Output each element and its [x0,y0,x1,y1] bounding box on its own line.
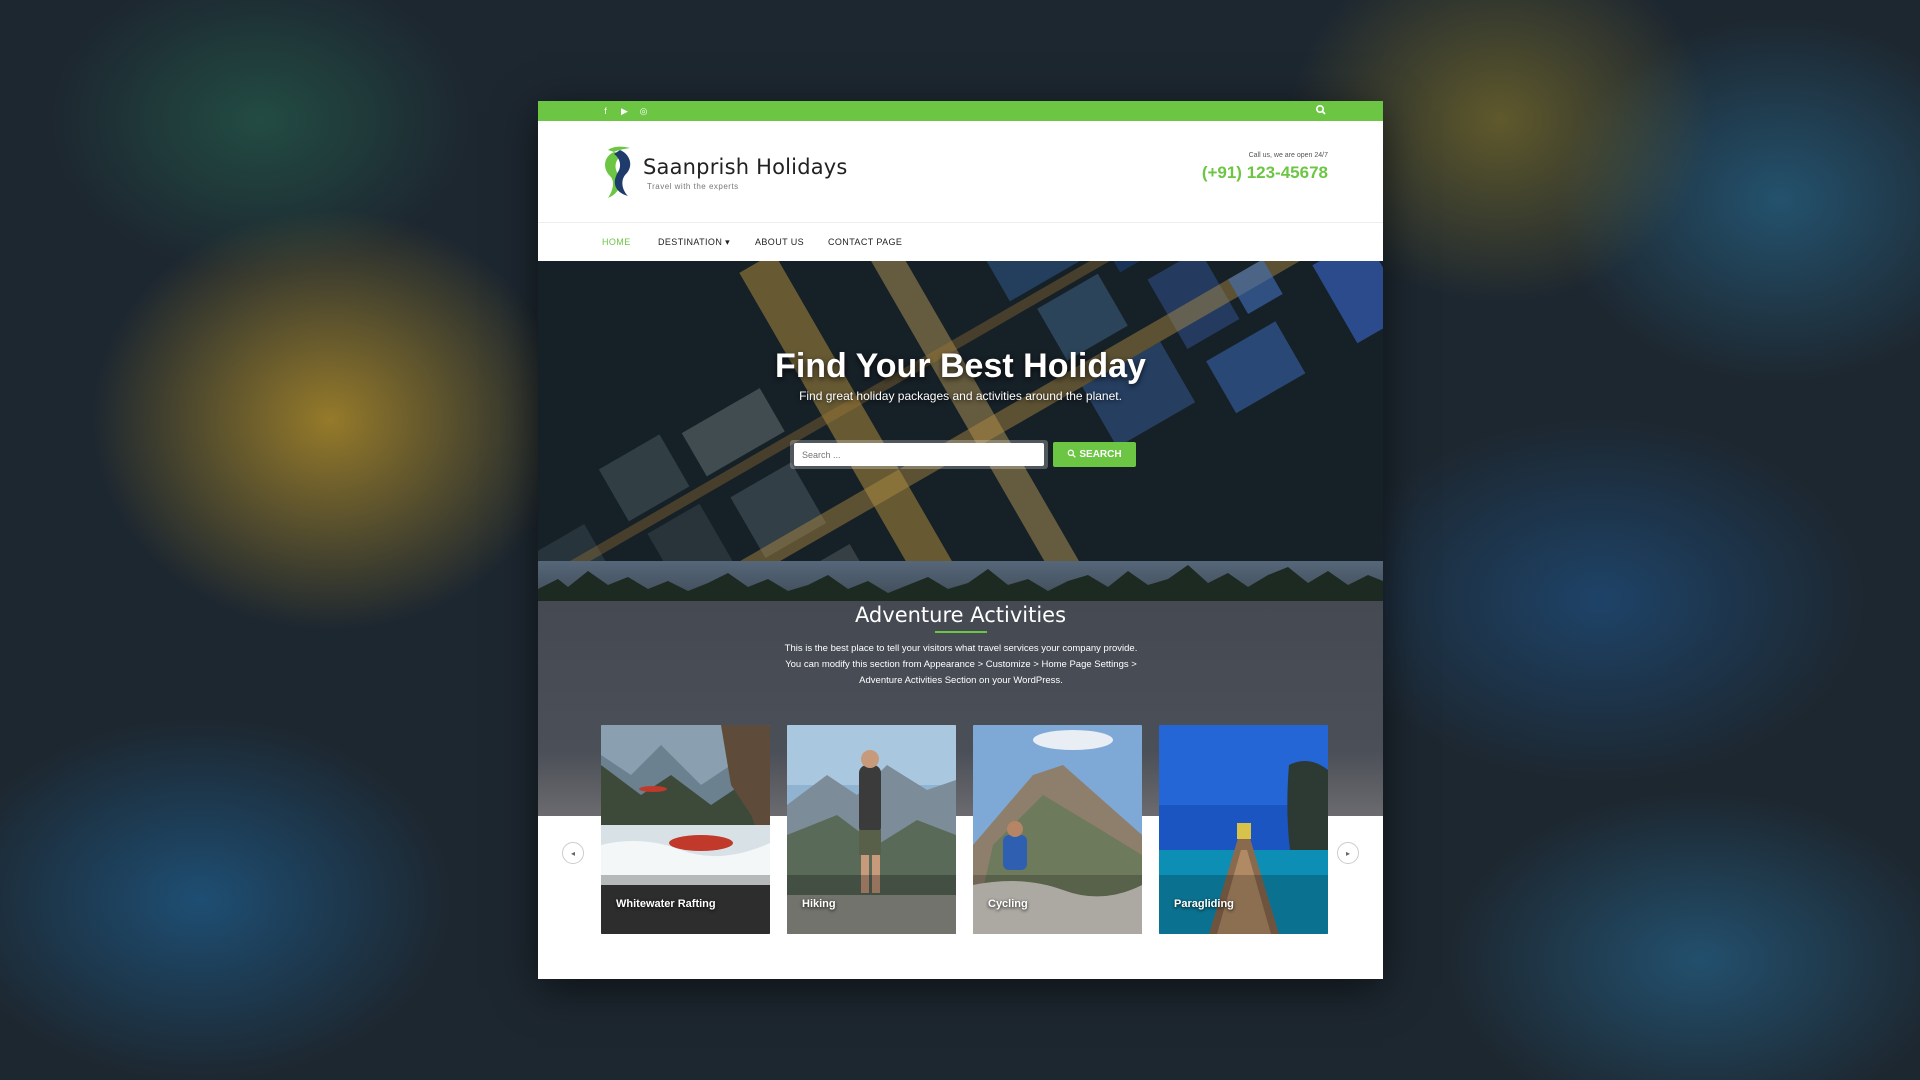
hero-banner: Find Your Best Holiday Find great holida… [538,261,1383,561]
top-bar: f ▶ ◎ [538,101,1383,121]
adventure-title: Adventure Activities [854,603,1067,627]
search-input[interactable] [794,443,1044,466]
chevron-right-icon: ▸ [1345,848,1350,858]
nav-item-about-us[interactable]: ABOUT US [755,237,804,247]
city-aerial-image [538,261,1383,561]
search-icon[interactable] [1314,103,1328,117]
site-header: Saanprish Holidays Travel with the exper… [538,121,1383,223]
adventure-description: This is the best place to tell your visi… [784,643,1138,686]
youtube-icon[interactable]: ▶ [619,104,630,118]
phone-number[interactable]: (+91) 123-45678 [1202,163,1328,183]
activity-card-paragliding[interactable]: Paragliding [1159,725,1328,934]
carousel-prev-button[interactable]: ◂ [562,842,584,864]
carousel-next-button[interactable]: ▸ [1337,842,1359,864]
main-nav: HOME DESTINATION ▾ ABOUT US CONTACT PAGE [538,223,1383,261]
forest-banner-strip [538,561,1383,601]
activity-card-cycling[interactable]: Cycling [973,725,1142,934]
brand-tagline: Travel with the experts [647,182,739,191]
nav-item-home[interactable]: HOME [602,237,631,247]
title-underline [935,631,987,633]
card-label: Hiking [802,898,836,910]
activity-card-hiking[interactable]: Hiking [787,725,956,934]
call-note: Call us, we are open 24/7 [1248,152,1328,159]
nav-item-contact-page[interactable]: CONTACT PAGE [828,237,902,247]
card-label: Whitewater Rafting [616,898,716,910]
social-links: f ▶ ◎ [600,104,649,118]
search-button-label: SEARCH [1079,449,1122,460]
chevron-left-icon: ◂ [570,848,575,858]
nav-item-destination[interactable]: DESTINATION ▾ [658,237,730,248]
facebook-icon[interactable]: f [600,104,611,118]
card-label: Paragliding [1174,898,1234,910]
activity-card-rafting[interactable]: Whitewater Rafting [601,725,770,934]
website-frame: f ▶ ◎ Saanprish Holidays Travel with the… [538,101,1383,979]
brand-name[interactable]: Saanprish Holidays [643,155,848,179]
hero-subtitle: Find great holiday packages and activiti… [799,389,1122,403]
card-label: Cycling [988,898,1028,910]
logo-icon[interactable] [600,142,636,200]
search-button[interactable]: SEARCH [1053,442,1136,467]
search-button-icon [1067,449,1077,461]
instagram-icon[interactable]: ◎ [638,104,649,118]
hero-title: Find Your Best Holiday [775,347,1146,385]
